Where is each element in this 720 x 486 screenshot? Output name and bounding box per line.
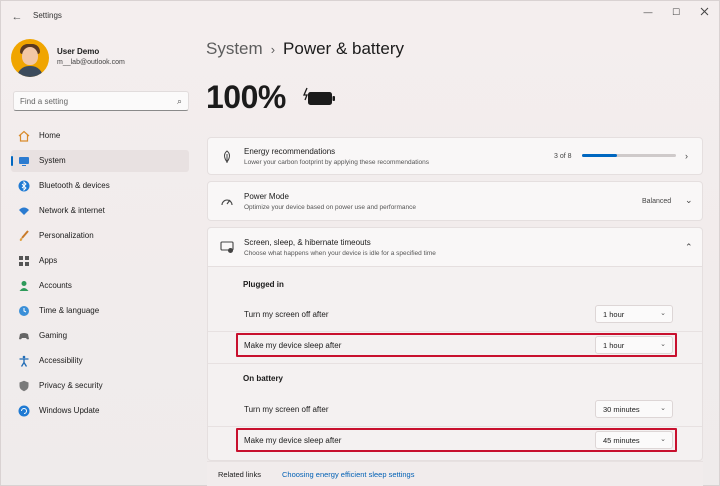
breadcrumb: System › Power & battery — [206, 39, 404, 59]
highlight-box-plugged-sleep — [236, 333, 677, 357]
chevron-down-icon: ⌄ — [660, 310, 666, 317]
power-mode-subtitle: Optimize your device based on power use … — [244, 204, 416, 211]
user-profile[interactable]: User Demo m__lab@outlook.com — [11, 39, 201, 79]
sidebar-item-gaming[interactable]: Gaming — [11, 325, 189, 347]
search-icon[interactable]: ⌕ — [177, 96, 182, 107]
sidebar-item-label: Time & language — [39, 306, 100, 315]
sidebar-item-label: Home — [39, 131, 61, 140]
sidebar-item-label: Windows Update — [39, 406, 100, 415]
screen-sleep-icon — [220, 241, 234, 253]
back-arrow-icon[interactable]: ← — [9, 9, 25, 25]
wifi-icon — [19, 207, 29, 215]
sidebar-item-apps[interactable]: Apps — [11, 250, 189, 272]
window-title: Settings — [33, 11, 62, 20]
title-bar: ← Settings — ☐ — [1, 1, 719, 33]
sidebar-item-privacy[interactable]: Privacy & security — [11, 375, 189, 397]
highlight-box-battery-sleep — [236, 428, 677, 452]
on-battery-heading: On battery — [243, 374, 284, 383]
energy-sleep-settings-link[interactable]: Choosing energy efficient sleep settings — [282, 470, 414, 479]
sidebar-item-label: Gaming — [39, 331, 68, 340]
divider — [208, 426, 702, 427]
user-name: User Demo — [57, 47, 100, 56]
bluetooth-icon — [18, 180, 30, 192]
accessibility-icon — [19, 355, 29, 367]
breadcrumb-separator: › — [270, 42, 276, 57]
power-mode-title: Power Mode — [244, 192, 289, 201]
energy-progress-bar — [582, 154, 676, 157]
sidebar-item-label: Apps — [39, 256, 58, 265]
maximize-button[interactable]: ☐ — [665, 5, 687, 19]
search-input[interactable] — [20, 95, 170, 108]
sidebar-item-label: Bluetooth & devices — [39, 181, 110, 190]
sidebar-item-label: Network & internet — [39, 206, 105, 215]
brush-icon — [19, 230, 29, 241]
timeouts-subtitle: Choose what happens when your device is … — [244, 250, 436, 257]
leaf-icon — [224, 150, 230, 163]
breadcrumb-parent[interactable]: System — [206, 39, 263, 58]
chevron-right-icon: › — [685, 151, 688, 161]
sidebar-item-label: System — [39, 156, 66, 165]
sidebar-item-label: Accounts — [39, 281, 72, 290]
divider — [208, 363, 702, 364]
battery-screen-off-dropdown[interactable]: 30 minutes ⌄ — [595, 400, 673, 418]
dropdown-value: 30 minutes — [603, 405, 640, 414]
sidebar-item-home[interactable]: Home — [11, 125, 189, 147]
sidebar-item-accounts[interactable]: Accounts — [11, 275, 189, 297]
power-mode-value[interactable]: Balanced — [642, 198, 671, 205]
user-email: m__lab@outlook.com — [57, 59, 125, 66]
sidebar-item-accessibility[interactable]: Accessibility — [11, 350, 189, 372]
chevron-down-icon[interactable]: ⌄ — [685, 195, 693, 206]
timeouts-header[interactable]: Screen, sleep, & hibernate timeouts Choo… — [207, 227, 703, 267]
search-box[interactable]: ⌕ — [13, 91, 189, 111]
sidebar-item-network[interactable]: Network & internet — [11, 200, 189, 222]
settings-window: ← Settings — ☐ User Demo m__lab@outlook.… — [0, 0, 720, 486]
shield-icon — [19, 380, 29, 392]
sidebar-item-time-language[interactable]: Time & language — [11, 300, 189, 322]
sidebar-item-bluetooth[interactable]: Bluetooth & devices — [11, 175, 189, 197]
home-icon — [18, 130, 30, 142]
gauge-icon — [221, 199, 233, 206]
sidebar-item-personalization[interactable]: Personalization — [11, 225, 189, 247]
page-title: Power & battery — [283, 39, 404, 58]
energy-progress-text: 3 of 8 — [554, 153, 572, 160]
plugged-screen-off-dropdown[interactable]: 1 hour ⌄ — [595, 305, 673, 323]
person-icon — [19, 281, 29, 291]
battery-screen-off-label: Turn my screen off after — [244, 405, 329, 414]
energy-title: Energy recommendations — [244, 147, 336, 156]
close-icon — [700, 7, 708, 16]
battery-charging-icon — [303, 87, 335, 105]
power-mode-card[interactable]: Power Mode Optimize your device based on… — [207, 181, 703, 221]
globe-clock-icon — [19, 306, 29, 316]
gamepad-icon — [19, 333, 29, 340]
battery-percentage: 100% — [206, 79, 286, 115]
update-icon — [18, 405, 30, 417]
plugged-in-heading: Plugged in — [243, 280, 284, 289]
close-button[interactable] — [693, 5, 715, 19]
sidebar-item-label: Accessibility — [39, 356, 83, 365]
system-icon — [19, 157, 29, 166]
chevron-down-icon: ⌄ — [660, 405, 666, 412]
related-links-label: Related links — [218, 470, 261, 479]
minimize-button[interactable]: — — [637, 5, 659, 19]
apps-icon — [19, 256, 29, 266]
energy-progress-fill — [582, 154, 618, 157]
plugged-screen-off-label: Turn my screen off after — [244, 310, 329, 319]
dropdown-value: 1 hour — [603, 310, 625, 319]
divider — [208, 331, 702, 332]
sidebar-nav: Home System Bluetooth & devices Network … — [11, 125, 189, 425]
chevron-up-icon[interactable]: ⌃ — [685, 242, 693, 253]
related-links: Related links Choosing energy efficient … — [207, 461, 703, 486]
timeouts-title: Screen, sleep, & hibernate timeouts — [244, 238, 371, 247]
sidebar-item-label: Personalization — [39, 231, 94, 240]
sidebar-item-system[interactable]: System — [11, 150, 189, 172]
sidebar-item-label: Privacy & security — [39, 381, 103, 390]
avatar — [11, 39, 49, 77]
energy-subtitle: Lower your carbon footprint by applying … — [244, 159, 429, 166]
sidebar-item-windows-update[interactable]: Windows Update — [11, 400, 189, 422]
